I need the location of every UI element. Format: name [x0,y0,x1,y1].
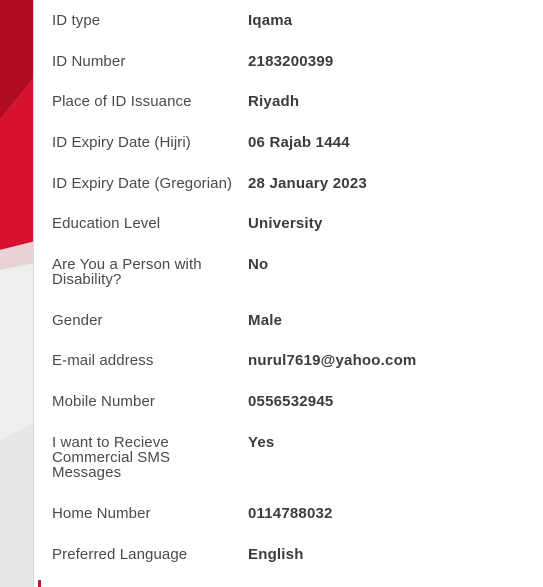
expiry-hijri-label: ID Expiry Date (Hijri) [52,134,191,151]
preferred-language-label: Preferred Language [52,546,188,563]
place-of-issuance-value: Riyadh [248,93,300,110]
sms-consent-label: I want to Recieve Commercial SMS Message… [52,434,171,481]
id-number-label: ID Number [52,53,126,70]
home-number-value: 0114788032 [248,505,333,522]
details-card: ID type Iqama ID Number 2183200399 Place… [33,0,543,587]
gender-label: Gender [52,312,103,329]
place-of-issuance-label: Place of ID Issuance [52,93,192,110]
mobile-number-value: 0556532945 [248,393,334,410]
education-level-value: University [248,215,323,232]
email-label: E-mail address [52,352,154,369]
disability-label: Are You a Person with Disability? [52,256,202,288]
expiry-gregorian-label: ID Expiry Date (Gregorian) [52,175,233,192]
expiry-gregorian-value: 28 January 2023 [248,175,367,192]
preferred-language-value: English [248,546,304,563]
id-type-value: Iqama [248,12,293,29]
gender-value: Male [248,312,283,329]
sms-consent-value: Yes [248,434,275,451]
id-number-value: 2183200399 [248,53,334,70]
home-number-label: Home Number [52,505,151,522]
scroll-edge-marker [38,580,41,587]
expiry-hijri-value: 06 Rajab 1444 [248,134,350,151]
email-value: nurul7619@yahoo.com [248,352,417,369]
id-type-label: ID type [52,12,101,29]
mobile-number-label: Mobile Number [52,393,156,410]
profile-details-panel: ID type Iqama ID Number 2183200399 Place… [0,0,543,587]
education-level-label: Education Level [52,215,161,232]
disability-value: No [248,256,269,273]
